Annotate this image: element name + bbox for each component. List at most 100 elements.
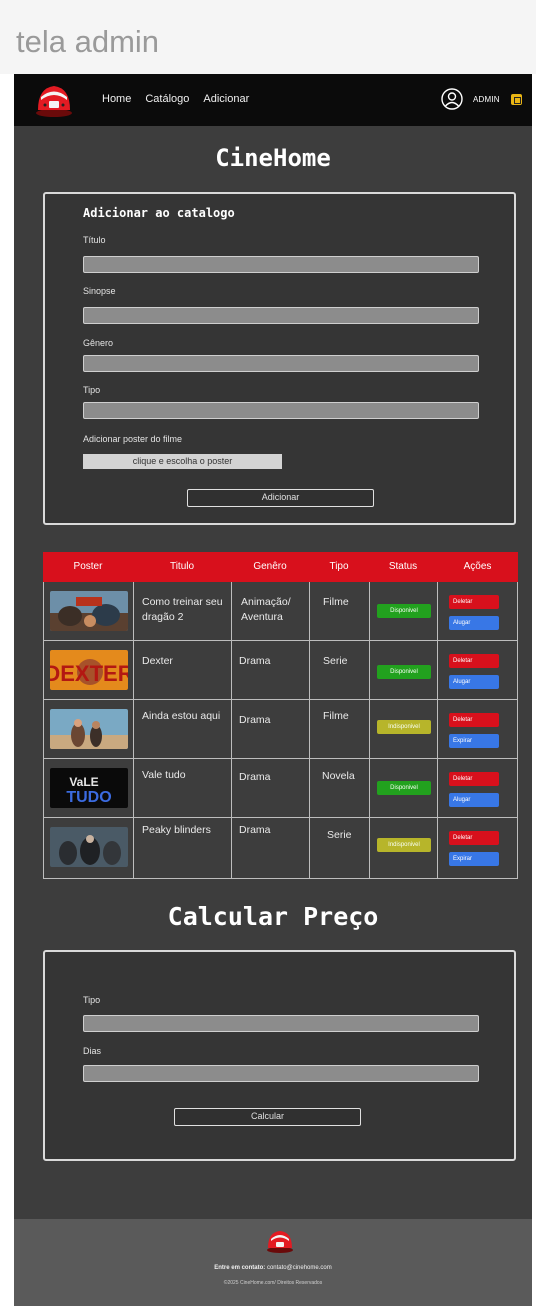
admin-badge-icon[interactable] [511,94,522,105]
type-cell: Filme [310,700,370,758]
title-cell: Vale tudo [134,759,232,817]
expire-button[interactable]: Expirar [449,734,499,748]
table-row: Ainda estou aqui Drama Filme Indisponive… [44,700,517,759]
footer-copyright: ©2025 CineHome.com/ Direitos Reservados [223,1280,323,1286]
col-actions: Ações [463,561,492,572]
col-type: Tipo [329,561,349,572]
delete-button[interactable]: Deletar [449,595,499,609]
status-badge: Disponivel [377,604,431,618]
type-input[interactable] [83,402,479,419]
genre-cell: Drama [232,759,310,817]
footer-contact: Entre em contato: contato@cinehome.com [14,1265,532,1271]
nav-link-adicionar[interactable]: Adicionar [203,93,249,105]
actions-cell: Deletar Alugar [438,582,517,640]
contact-email[interactable]: contato@cinehome.com [267,1265,332,1271]
ainda-estou-aqui-poster-image [50,709,128,749]
poster-label: Adicionar poster do filme [83,434,183,444]
nav-link-home[interactable]: Home [102,93,131,105]
poster-cell [44,700,134,758]
page-title: CineHome [215,144,331,172]
frame-label: tela admin [0,0,536,74]
delete-button[interactable]: Deletar [449,831,499,845]
delete-button[interactable]: Deletar [449,654,499,668]
rent-button[interactable]: Alugar [449,793,499,807]
actions-cell: Deletar Expirar [438,700,517,758]
app-window: Home Catálogo Adicionar ADMIN CineHome A… [14,74,532,1306]
poster-cell [44,582,134,640]
table-row: DEXTER Dexter Drama Serie Disponivel Del… [44,641,517,700]
col-poster: Poster [73,561,103,572]
synopsis-input[interactable] [83,307,479,324]
status-badge: Indisponivel [377,720,431,734]
days-input[interactable] [83,1065,479,1082]
title-input[interactable] [83,256,479,273]
choose-poster-button[interactable]: clique e escolha o poster [83,454,282,469]
actions-cell: Deletar Alugar [438,759,517,817]
expire-button[interactable]: Expirar [449,852,499,866]
calculate-button[interactable]: Calcular [174,1108,361,1126]
status-badge: Indisponivel [377,838,431,852]
poster-cell: VaLE TUDO [44,759,134,817]
calc-type-label: Tipo [83,995,101,1005]
col-genre: Genêro [253,561,287,572]
footer: Entre em contato: contato@cinehome.com ©… [14,1219,532,1306]
table-row: VaLE TUDO Vale tudo Drama Novela Disponi… [44,759,517,818]
peaky-blinders-poster-image [50,827,128,867]
cinehome-logo-icon[interactable] [34,80,74,120]
title-cell: Dexter [134,641,232,699]
svg-text:TUDO: TUDO [66,789,111,806]
table-row: Como treinar seu dragão 2 Animação/ Aven… [44,582,517,641]
poster-cell: DEXTER [44,641,134,699]
title-cell: Peaky blinders [134,818,232,879]
genre-cell: Animação/ Aventura [232,582,310,640]
type-cell: Serie [310,641,370,699]
days-label: Dias [83,1046,102,1056]
catalog-table: Poster Titulo Genêro Tipo Status Ações C… [43,552,518,879]
type-cell: Novela [310,759,370,817]
synopsis-label: Sinopse [83,286,116,296]
status-badge: Disponivel [377,781,431,795]
navbar: Home Catálogo Adicionar ADMIN [14,74,532,126]
delete-button[interactable]: Deletar [449,713,499,727]
genre-input[interactable] [83,355,479,372]
title-cell: Como treinar seu dragão 2 [134,582,232,640]
rent-button[interactable]: Alugar [449,616,499,630]
genre-label: Gênero [83,338,114,348]
calc-title: Calcular Preço [167,902,379,931]
user-icon[interactable] [441,88,463,110]
status-cell: Indisponivel [370,700,438,758]
calc-type-input[interactable] [83,1015,479,1032]
poster-cell [44,818,134,879]
dragon-poster-image [50,591,128,631]
status-cell: Disponivel [370,582,438,640]
type-label: Tipo [83,385,101,395]
svg-text:DEXTER: DEXTER [50,661,128,686]
rent-button[interactable]: Alugar [449,675,499,689]
status-badge: Disponivel [377,665,431,679]
genre-cell: Drama [232,700,310,758]
add-catalog-form: Adicionar ao catalogo Título Sinopse Gên… [43,192,516,525]
svg-text:VaLE: VaLE [69,775,98,789]
footer-logo-icon[interactable] [265,1227,295,1255]
actions-cell: Deletar Alugar [438,641,517,699]
type-cell: Serie [310,818,370,879]
table-row: Peaky blinders Drama Serie Indisponivel … [44,818,517,879]
contact-label: Entre em contato: [214,1265,266,1271]
type-cell: Filme [310,582,370,640]
title-label: Título [83,235,106,245]
vale-tudo-poster-image: VaLE TUDO [50,768,128,808]
nav-links: Home Catálogo Adicionar [102,93,249,105]
title-cell: Ainda estou aqui [134,700,232,758]
add-button[interactable]: Adicionar [187,489,374,507]
nav-link-catalogo[interactable]: Catálogo [145,93,189,105]
col-title: Titulo [169,561,195,572]
status-cell: Disponivel [370,641,438,699]
delete-button[interactable]: Deletar [449,772,499,786]
col-status: Status [388,561,418,572]
actions-cell: Deletar Expirar [438,818,517,879]
dexter-poster-image: DEXTER [50,650,128,690]
frame-label-text: tela admin [16,24,160,59]
calc-price-form: Tipo Dias Calcular [43,950,516,1161]
form-title: Adicionar ao catalogo [83,206,235,220]
admin-label[interactable]: ADMIN [473,95,500,104]
